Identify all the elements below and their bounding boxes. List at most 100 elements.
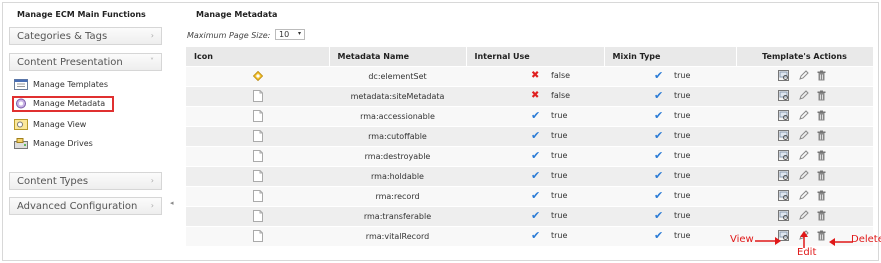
annotation-delete: Delete (851, 234, 881, 245)
metadata-name-cell: metadata:siteMetadata (329, 86, 466, 107)
table-row: dc:elementSet ✖ false ✔ true (186, 66, 873, 87)
edit-icon[interactable] (798, 169, 809, 181)
column-header-metadata-name: Metadata Name (329, 47, 467, 67)
icon-cell (186, 166, 329, 187)
page-size-select[interactable]: 10 ▾ (275, 29, 305, 40)
internal-use-cell: ✔ true (466, 186, 604, 207)
edit-icon[interactable] (798, 149, 809, 161)
view-icon[interactable] (778, 69, 789, 81)
view-icon[interactable] (778, 209, 789, 221)
sidebar-item-label: Manage Templates (33, 80, 108, 89)
chevron-right-icon: › (150, 176, 154, 185)
arrow-left-icon (829, 238, 853, 246)
edit-icon[interactable] (798, 89, 809, 101)
section-content-types[interactable]: Content Types › (9, 172, 162, 190)
metadata-name-cell: rma:holdable (329, 166, 466, 187)
document-icon (252, 229, 263, 244)
ecm-functions-panel: Manage ECM Main Functions Categories & T… (3, 3, 163, 260)
actions-cell (736, 206, 873, 227)
view-icon[interactable] (778, 109, 789, 121)
metadata-table: Icon Metadata Name Internal Use Mixin Ty… (186, 47, 874, 246)
delete-icon[interactable] (816, 230, 827, 241)
section-advanced-configuration[interactable]: Advanced Configuration › (9, 197, 162, 215)
section-content-presentation[interactable]: Content Presentation ˅ (9, 53, 162, 71)
metadata-name-cell: rma:accessionable (329, 106, 466, 127)
actions-cell (736, 186, 873, 207)
internal-use-cell: ✖ false (466, 66, 604, 87)
document-icon (252, 189, 263, 204)
cross-icon: ✖ (531, 69, 540, 81)
annotation-edit: Edit (797, 247, 817, 258)
mixin-type-cell: ✔ true (604, 86, 736, 107)
internal-use-value: true (551, 170, 568, 180)
check-icon: ✔ (531, 108, 541, 122)
metadata-name-cell: rma:cutoffable (329, 126, 466, 147)
check-icon: ✔ (531, 228, 541, 242)
edit-icon[interactable] (798, 209, 809, 221)
sidebar-item-manage-metadata[interactable]: Manage Metadata (12, 96, 114, 112)
check-icon: ✔ (531, 208, 541, 222)
view-icon[interactable] (778, 149, 789, 161)
page-title: Manage Metadata (196, 10, 278, 19)
collapse-panel-icon[interactable]: ◂ (170, 199, 174, 207)
internal-use-cell: ✔ true (466, 146, 604, 167)
metadata-name-cell: rma:transferable (329, 206, 466, 227)
check-icon: ✔ (654, 208, 664, 222)
mixin-type-value: true (674, 210, 691, 220)
edit-icon[interactable] (798, 69, 809, 81)
mixin-type-cell: ✔ true (604, 166, 736, 187)
mixin-type-cell: ✔ true (604, 186, 736, 207)
table-header-row: Icon Metadata Name Internal Use Mixin Ty… (186, 47, 874, 67)
edit-icon[interactable] (798, 129, 809, 141)
panel-title: Manage ECM Main Functions (17, 10, 146, 19)
section-categories-tags[interactable]: Categories & Tags › (9, 27, 162, 45)
table-row: rma:holdable ✔ true ✔ true (186, 166, 873, 187)
check-icon: ✔ (654, 188, 664, 202)
check-icon: ✔ (654, 168, 664, 182)
delete-icon[interactable] (816, 170, 827, 181)
column-header-actions: Template's Actions (736, 47, 874, 67)
metadata-name-cell: rma:destroyable (329, 146, 466, 167)
delete-icon[interactable] (816, 110, 827, 121)
metadata-name-cell: rma:vitalRecord (329, 226, 466, 246)
check-icon: ✔ (531, 188, 541, 202)
delete-icon[interactable] (816, 130, 827, 141)
cross-icon: ✖ (531, 89, 540, 101)
delete-icon[interactable] (816, 210, 827, 221)
check-icon: ✔ (654, 128, 664, 142)
view-icon[interactable] (778, 169, 789, 181)
mixin-type-value: true (674, 70, 691, 80)
mixin-type-value: true (674, 190, 691, 200)
sidebar-item-manage-view[interactable]: Manage View (12, 117, 114, 133)
edit-icon[interactable] (798, 189, 809, 201)
delete-icon[interactable] (816, 90, 827, 101)
view-icon[interactable] (778, 189, 789, 201)
section-label: Content Presentation (17, 57, 123, 68)
internal-use-cell: ✔ true (466, 226, 604, 246)
sidebar-item-label: Manage Metadata (33, 99, 106, 108)
table-row: rma:record ✔ true ✔ true (186, 186, 873, 207)
edit-icon[interactable] (798, 109, 809, 121)
view-icon[interactable] (778, 129, 789, 141)
delete-icon[interactable] (816, 150, 827, 161)
delete-icon[interactable] (816, 190, 827, 201)
drives-icon (14, 138, 28, 149)
internal-use-cell: ✔ true (466, 166, 604, 187)
view-icon[interactable] (778, 89, 789, 101)
delete-icon[interactable] (816, 70, 827, 81)
actions-cell (736, 126, 873, 147)
sidebar-item-manage-templates[interactable]: Manage Templates (12, 77, 114, 93)
document-icon (252, 169, 263, 184)
sidebar-item-manage-drives[interactable]: Manage Drives (12, 136, 114, 152)
mixin-type-value: true (674, 170, 691, 180)
icon-cell (186, 66, 329, 87)
chevron-down-icon: ˅ (150, 57, 154, 66)
document-icon (252, 149, 263, 164)
icon-cell (186, 226, 329, 246)
manage-metadata-panel: Manage Metadata Maximum Page Size: 10 ▾ … (186, 3, 878, 260)
arrow-right-icon (755, 237, 781, 245)
internal-use-cell: ✔ true (466, 206, 604, 227)
icon-cell (186, 106, 329, 127)
internal-use-value: false (551, 70, 571, 80)
view-icon (14, 119, 28, 130)
